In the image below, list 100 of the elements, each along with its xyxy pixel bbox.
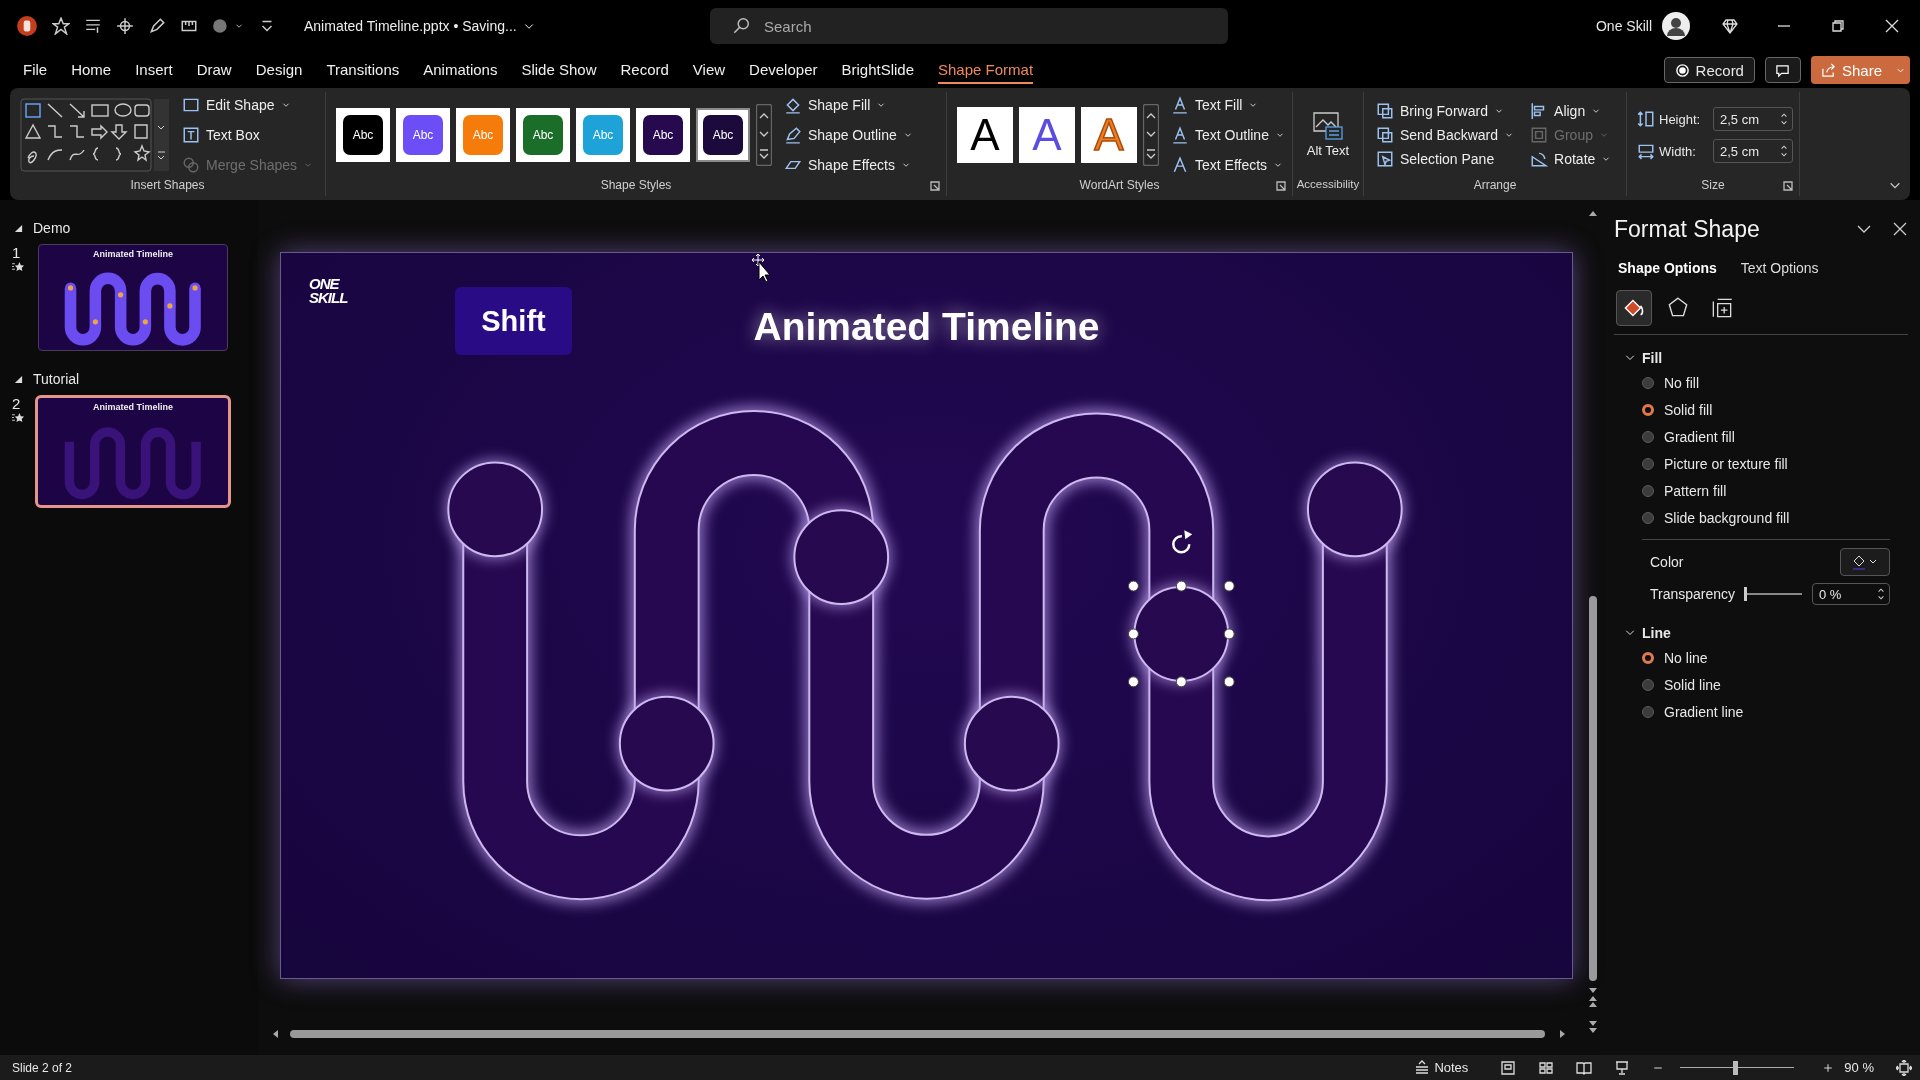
ribbon-button[interactable]: Text Outline	[1171, 123, 1285, 147]
ribbon-button[interactable]: Text Fill	[1171, 93, 1285, 117]
size-field[interactable]: 2,5 cm	[1713, 107, 1793, 131]
slide-thumbnail[interactable]: Animated Timeline	[35, 395, 231, 508]
ribbon-button[interactable]: Bring Forward	[1376, 99, 1515, 123]
section-title[interactable]: Line	[1642, 625, 1671, 641]
ribbon-tab[interactable]: Animations	[423, 56, 498, 84]
ribbon-tab[interactable]: BrightSlide	[841, 56, 914, 84]
gallery-scroll-icon[interactable]	[1143, 104, 1159, 166]
selection-handles[interactable]	[1127, 580, 1235, 688]
avatar-icon[interactable]	[1662, 12, 1690, 40]
radio-button[interactable]	[1642, 651, 1654, 664]
option-label[interactable]: Solid fill	[1664, 401, 1713, 418]
ribbon-button[interactable]: Send Backward	[1376, 123, 1515, 147]
restore-icon[interactable]	[1830, 18, 1846, 34]
zoom-thumb[interactable]	[1733, 1060, 1739, 1075]
ribbon-button[interactable]: Text Box	[182, 123, 314, 147]
rotate-handle-icon[interactable]	[1172, 530, 1193, 554]
ribbon-button[interactable]: Rotate	[1530, 147, 1612, 171]
ribbon-button[interactable]: Text Effects	[1171, 153, 1285, 177]
star-icon[interactable]	[52, 17, 70, 35]
ribbon-tab[interactable]: Shape Format	[938, 56, 1034, 84]
wordart-sample[interactable]: A	[1019, 107, 1075, 163]
style-swatch[interactable]: Abc	[403, 115, 443, 155]
section-toggle-icon[interactable]	[14, 374, 23, 384]
radio-button[interactable]	[1642, 457, 1654, 470]
share-button[interactable]: Share	[1810, 56, 1890, 84]
pane-tab[interactable]: Shape Options	[1618, 260, 1717, 276]
grid-view-icon[interactable]	[1538, 1059, 1555, 1076]
section-name[interactable]: Tutorial	[33, 371, 80, 387]
ribbon-tab[interactable]: Record	[620, 56, 669, 84]
ribbon-button[interactable]: Shape Effects	[784, 153, 913, 177]
comments-button[interactable]	[1764, 57, 1801, 83]
ribbon-button[interactable]: Shape Fill	[784, 93, 913, 117]
notes-button[interactable]: Notes	[1414, 1059, 1469, 1076]
option-label[interactable]: Slide background fill	[1664, 509, 1790, 526]
presenter-icon[interactable]	[1614, 1059, 1631, 1076]
option-label[interactable]: No line	[1664, 649, 1708, 666]
ribbon-tab[interactable]: File	[23, 56, 48, 84]
normal-view-icon[interactable]	[1500, 1059, 1517, 1076]
search-field[interactable]: Search	[710, 8, 1228, 44]
section-toggle-icon[interactable]	[14, 223, 23, 233]
size-field[interactable]: 2,5 cm	[1713, 139, 1793, 163]
alt-text-button[interactable]: Alt Text	[1306, 111, 1350, 159]
radio-button[interactable]	[1642, 511, 1654, 524]
wordart-sample[interactable]: A	[957, 107, 1013, 163]
spinner-arrows-icon[interactable]	[1780, 144, 1788, 158]
pane-tab[interactable]: Text Options	[1740, 260, 1819, 276]
option-label[interactable]: Gradient fill	[1664, 428, 1735, 445]
dialog-launcher-icon[interactable]	[930, 181, 940, 191]
ribbon-tab[interactable]: Transitions	[326, 56, 400, 84]
shape-gallery[interactable]	[20, 98, 170, 172]
section-name[interactable]: Demo	[33, 220, 71, 236]
zoom-level[interactable]: 90 %	[1844, 1060, 1874, 1075]
list-icon[interactable]	[84, 17, 102, 35]
document-title[interactable]: Animated Timeline.pptx • Saving...	[304, 18, 535, 34]
slider-thumb[interactable]	[1744, 587, 1747, 601]
radio-button[interactable]	[1642, 678, 1654, 691]
fill-bucket-icon[interactable]	[1616, 290, 1652, 326]
style-swatch[interactable]: Abc	[343, 115, 383, 155]
radio-button[interactable]	[1642, 430, 1654, 443]
fit-slide-icon[interactable]	[1896, 1059, 1912, 1076]
close-icon[interactable]	[1884, 18, 1900, 34]
ribbon-tab[interactable]: View	[692, 56, 726, 84]
account-name[interactable]: One Skill	[1595, 18, 1652, 34]
ribbon-tab[interactable]: Draw	[196, 56, 232, 84]
slide-thumbnail[interactable]: Animated Timeline	[38, 244, 228, 351]
ribbon-tab[interactable]: Home	[71, 56, 112, 84]
option-label[interactable]: No fill	[1664, 374, 1699, 391]
option-label[interactable]: Picture or texture fill	[1664, 455, 1788, 472]
ribbon-tab[interactable]: Developer	[749, 56, 818, 84]
spinner-arrows-icon[interactable]	[1780, 112, 1788, 126]
dialog-launcher-icon[interactable]	[1783, 181, 1793, 191]
style-swatch[interactable]: Abc	[643, 115, 683, 155]
dialog-launcher-icon[interactable]	[1276, 181, 1286, 191]
book-icon[interactable]	[1576, 1059, 1593, 1076]
diamond-icon[interactable]	[1722, 18, 1738, 34]
close-icon[interactable]	[1892, 221, 1908, 237]
radio-button[interactable]	[1642, 705, 1654, 718]
pen-icon[interactable]	[148, 17, 166, 35]
option-label[interactable]: Pattern fill	[1664, 482, 1727, 499]
ribbon-tab[interactable]: Insert	[135, 56, 173, 84]
style-swatch[interactable]: Abc	[703, 115, 743, 155]
option-label[interactable]: Gradient line	[1664, 703, 1744, 720]
style-swatch[interactable]: Abc	[523, 115, 563, 155]
radio-button[interactable]	[1642, 403, 1654, 416]
color-picker-button[interactable]	[1840, 548, 1890, 576]
option-label[interactable]: Solid line	[1664, 676, 1721, 693]
section-title[interactable]: Fill	[1642, 350, 1663, 366]
ribbon-button[interactable]: Shape Outline	[784, 123, 913, 147]
ribbon-button[interactable]: Edit Shape	[182, 93, 314, 117]
radio-button[interactable]	[1642, 484, 1654, 497]
transparency-field[interactable]: 0 %	[1812, 583, 1890, 605]
ribbon-button[interactable]: Align	[1530, 99, 1612, 123]
ribbon-tab[interactable]: Design	[255, 56, 303, 84]
crosshair-icon[interactable]	[116, 17, 134, 35]
record-button[interactable]: Record	[1663, 57, 1755, 83]
ribbon-tab[interactable]: Slide Show	[521, 56, 597, 84]
radio-button[interactable]	[1642, 376, 1654, 389]
spinner-arrows-icon[interactable]	[1877, 587, 1885, 601]
